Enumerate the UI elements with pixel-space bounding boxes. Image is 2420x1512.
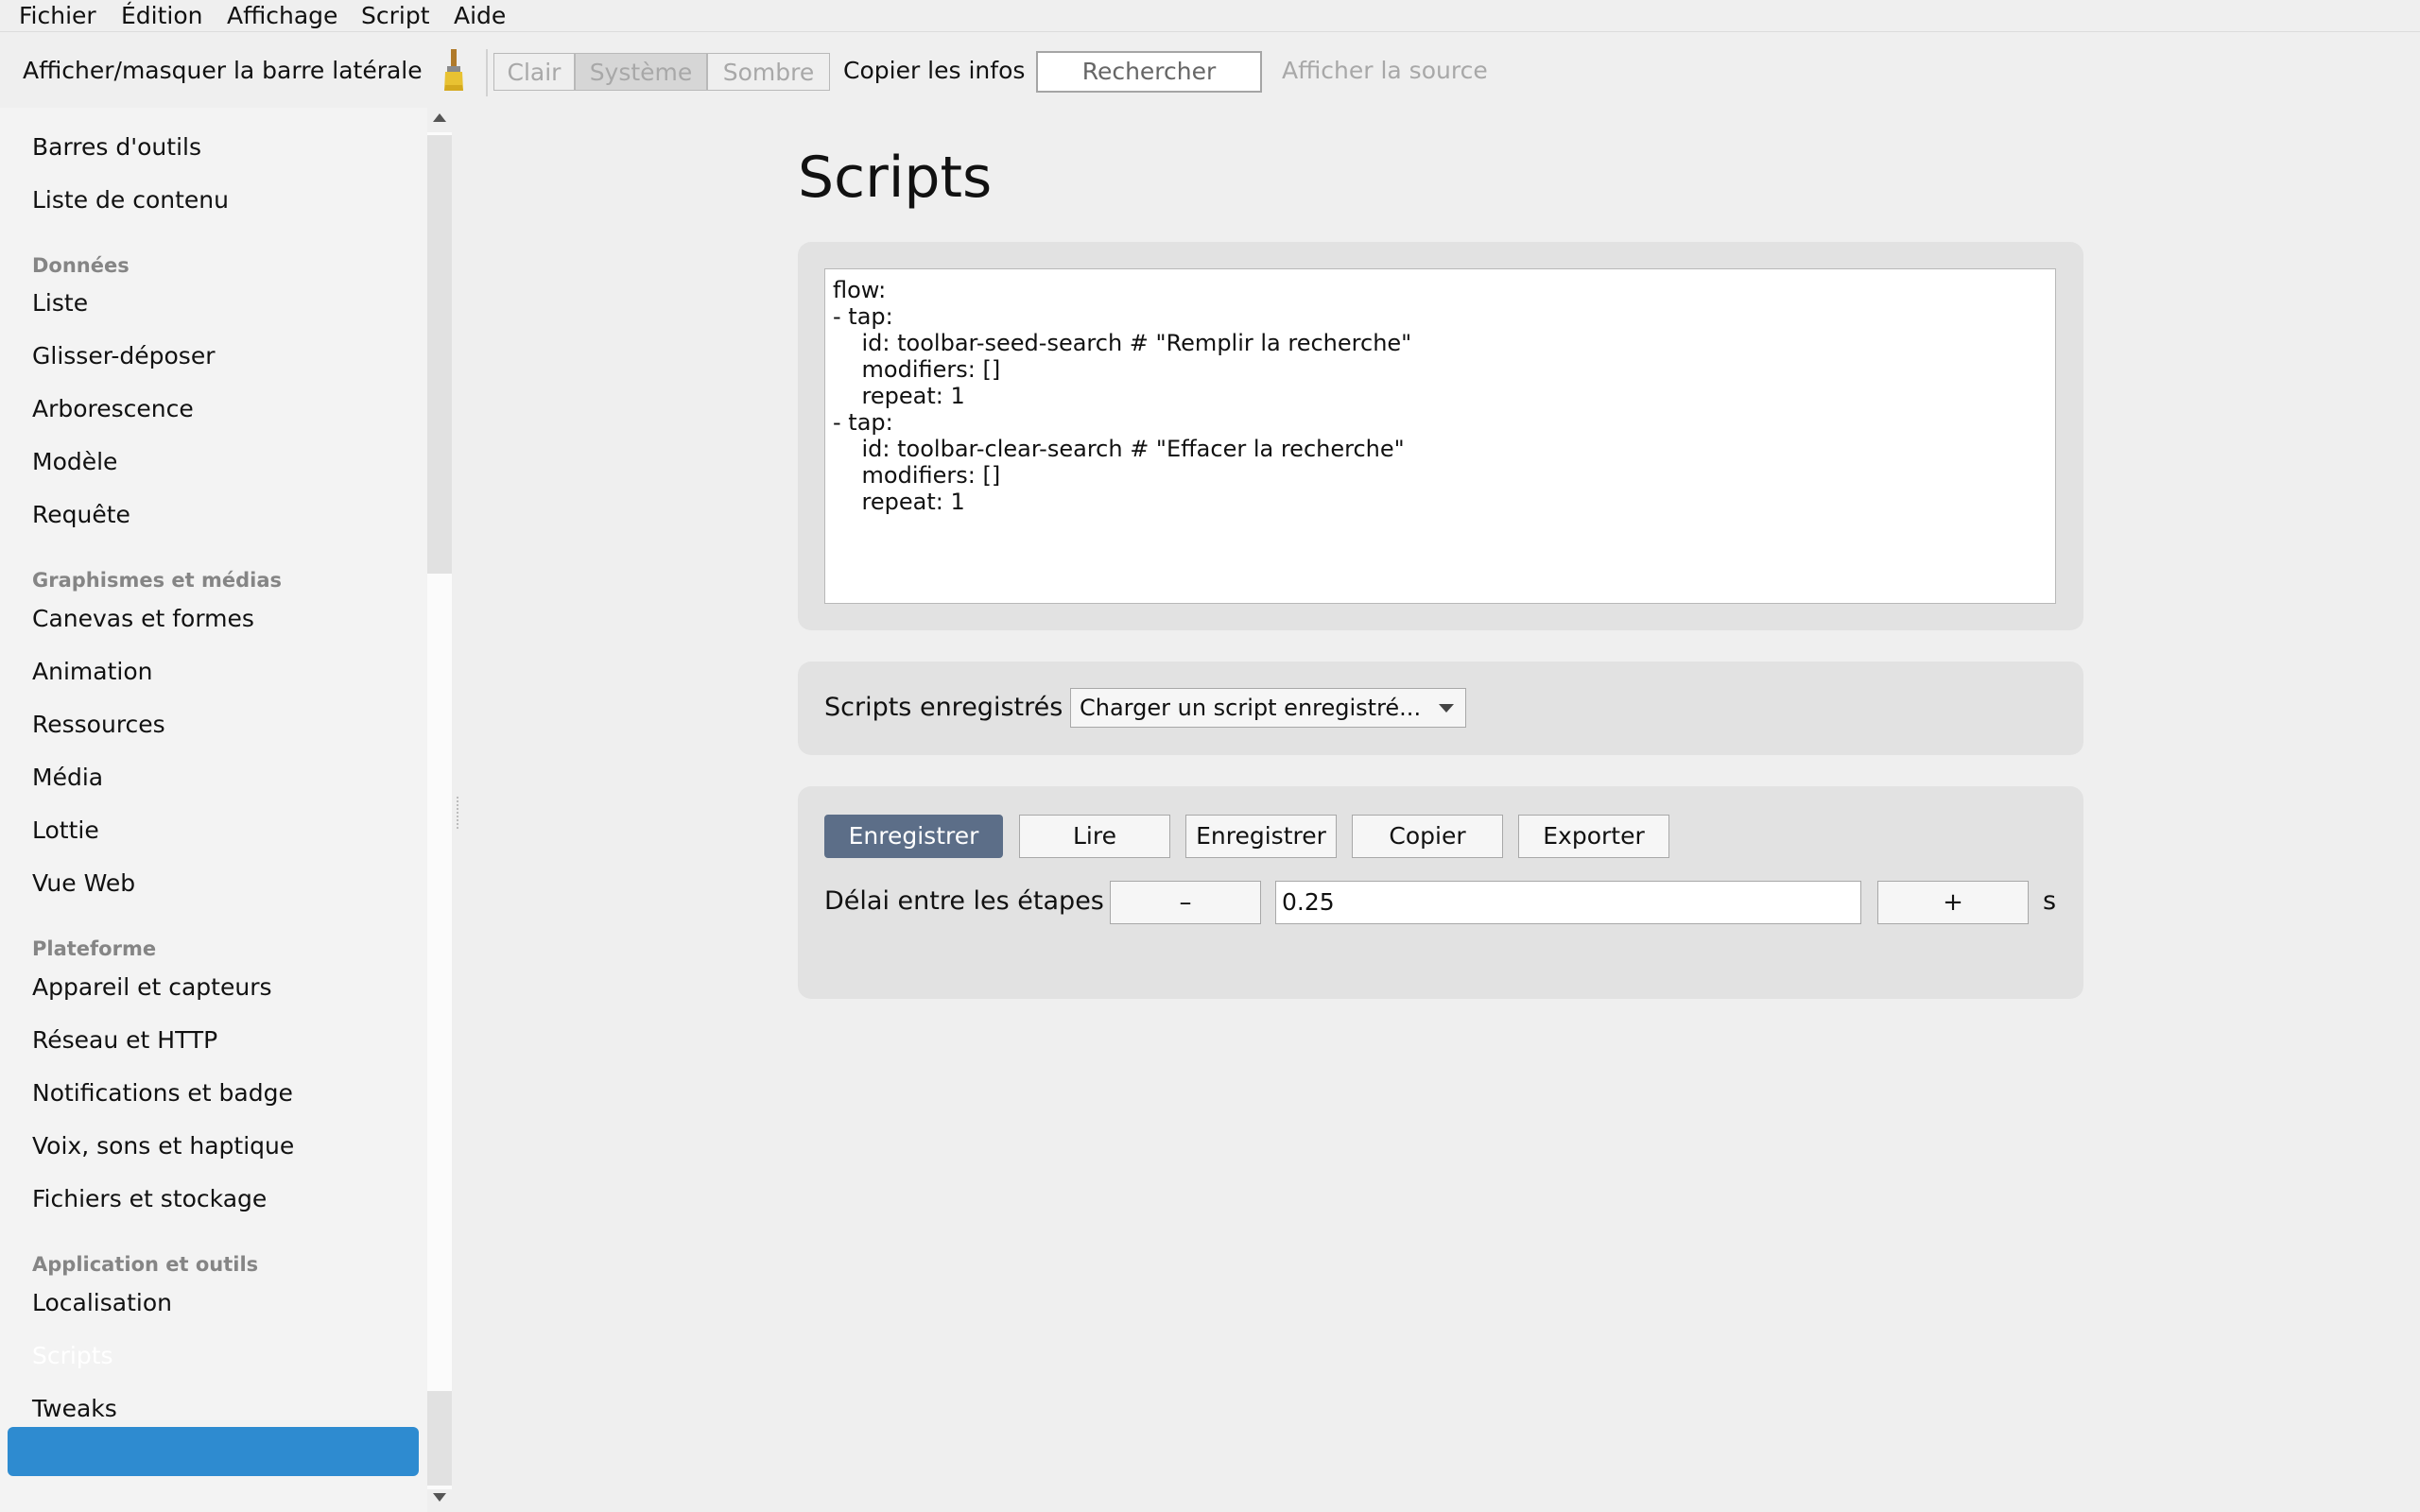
script-line: id: toolbar-seed-search # "Remplir la re… — [833, 330, 1412, 356]
theme-clair-button[interactable]: Clair — [493, 53, 575, 91]
menu-affichage[interactable]: Affichage — [227, 3, 337, 29]
saved-scripts-select[interactable]: Charger un script enregistré... — [1070, 688, 1466, 728]
delay-label: Délai entre les étapes — [824, 886, 1104, 916]
toolbar: Afficher/masquer la barre latérale Clair… — [0, 32, 2420, 108]
scroll-down-icon[interactable] — [433, 1493, 446, 1502]
sidebar-item-barres-d-outils[interactable]: Barres d'outils — [32, 133, 201, 162]
sidebar-item-scripts[interactable]: Scripts — [32, 1342, 113, 1370]
scroll-up-icon[interactable] — [433, 113, 446, 122]
theme-systeme-button[interactable]: Système — [575, 53, 707, 91]
script-line: - tap: — [833, 409, 893, 436]
script-line: modifiers: [] — [833, 462, 1001, 489]
search-input[interactable]: Rechercher — [1036, 51, 1262, 93]
delay-decrement-button[interactable]: – — [1110, 881, 1261, 924]
script-line: flow: — [833, 277, 887, 303]
play-button[interactable]: Lire — [1019, 815, 1170, 858]
script-line: repeat: 1 — [833, 383, 965, 409]
chevron-down-icon — [1439, 704, 1454, 713]
copy-button[interactable]: Copier — [1352, 815, 1503, 858]
menubar: Fichier Édition Affichage Script Aide — [0, 0, 2420, 32]
delay-unit: s — [2043, 886, 2057, 916]
sidebar-item-lottie[interactable]: Lottie — [32, 816, 99, 845]
script-line: - tap: — [833, 303, 893, 330]
splitter-handle[interactable] — [457, 797, 460, 829]
menu-edition[interactable]: Édition — [121, 3, 203, 29]
sidebar-item-fichiers-et-stockage[interactable]: Fichiers et stockage — [32, 1185, 267, 1213]
saved-scripts-select-value: Charger un script enregistré... — [1080, 695, 1422, 721]
sidebar-item-requete[interactable]: Requête — [32, 501, 130, 529]
sidebar-item-canevas-et-formes[interactable]: Canevas et formes — [32, 605, 254, 633]
view-source-button[interactable]: Afficher la source — [1282, 57, 1488, 85]
sidebar-item-menus-et-dialogues[interactable]: Menus et dialogues — [32, 108, 262, 109]
sidebar-item-voix-sons-et-haptique[interactable]: Voix, sons et haptique — [32, 1132, 294, 1160]
saved-scripts-label: Scripts enregistrés — [824, 693, 1063, 722]
toolbar-separator — [486, 49, 488, 96]
script-line: id: toolbar-clear-search # "Effacer la r… — [833, 436, 1405, 462]
sidebar-selection-highlight — [8, 1427, 419, 1476]
sidebar-heading-plateforme: Plateforme — [32, 937, 157, 960]
delay-increment-button[interactable]: + — [1877, 881, 2029, 924]
sidebar-heading-graphismes-et-medias: Graphismes et médias — [32, 569, 282, 592]
sidebar-item-glisser-deposer[interactable]: Glisser-déposer — [32, 342, 216, 370]
script-line: repeat: 1 — [833, 489, 965, 515]
sidebar-item-liste[interactable]: Liste — [32, 289, 88, 318]
sidebar-item-liste-de-contenu[interactable]: Liste de contenu — [32, 186, 229, 215]
toggle-sidebar-button[interactable]: Afficher/masquer la barre latérale — [23, 57, 423, 85]
sidebar-heading-donnees: Données — [32, 254, 130, 277]
sidebar-item-ressources[interactable]: Ressources — [32, 711, 165, 739]
script-line: modifiers: [] — [833, 356, 1001, 383]
sidebar-item-appareil-et-capteurs[interactable]: Appareil et capteurs — [32, 973, 272, 1002]
export-button[interactable]: Exporter — [1518, 815, 1669, 858]
theme-sombre-button[interactable]: Sombre — [707, 53, 830, 91]
sidebar: OngletsMenus et dialoguesBarres d'outils… — [0, 108, 427, 1512]
sidebar-item-vue-web[interactable]: Vue Web — [32, 869, 135, 898]
delay-input[interactable]: 0.25 — [1275, 881, 1861, 924]
sidebar-item-animation[interactable]: Animation — [32, 658, 152, 686]
paintbrush-icon[interactable] — [441, 47, 467, 94]
save-button[interactable]: Enregistrer — [1185, 815, 1337, 858]
copy-info-button[interactable]: Copier les infos — [843, 57, 1025, 85]
script-editor[interactable]: flow: - tap: id: toolbar-seed-search # "R… — [824, 268, 2056, 604]
sidebar-item-reseau-et-http[interactable]: Réseau et HTTP — [32, 1026, 217, 1055]
sidebar-item-media[interactable]: Média — [32, 764, 103, 792]
menu-aide[interactable]: Aide — [454, 3, 506, 29]
page-title: Scripts — [798, 145, 993, 211]
sidebar-item-tweaks[interactable]: Tweaks — [32, 1395, 117, 1423]
record-button[interactable]: Enregistrer — [824, 815, 1003, 858]
scrollbar-thumb[interactable] — [427, 135, 452, 574]
sidebar-item-modele[interactable]: Modèle — [32, 448, 117, 476]
menu-fichier[interactable]: Fichier — [19, 3, 96, 29]
menu-script[interactable]: Script — [361, 3, 430, 29]
sidebar-heading-application-et-outils: Application et outils — [32, 1253, 259, 1276]
sidebar-item-notifications-et-badge[interactable]: Notifications et badge — [32, 1079, 293, 1108]
sidebar-item-arborescence[interactable]: Arborescence — [32, 395, 194, 423]
scrollbar-lower-region — [427, 1391, 452, 1486]
sidebar-item-localisation[interactable]: Localisation — [32, 1289, 172, 1317]
